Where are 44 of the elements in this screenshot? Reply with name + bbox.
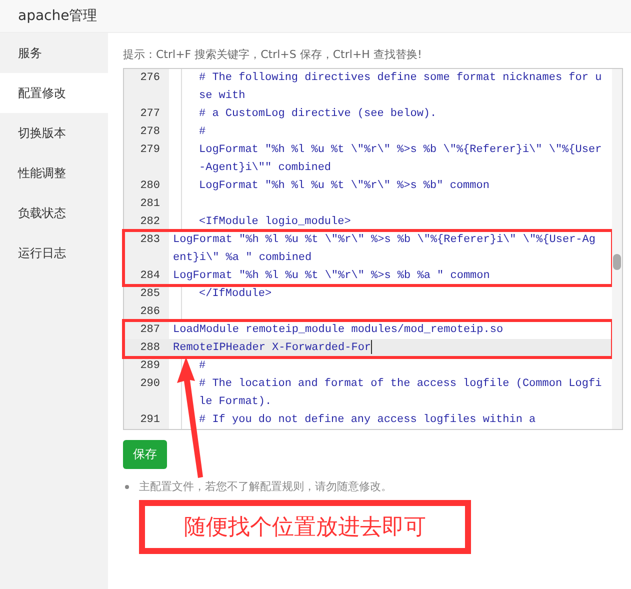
sidebar-item[interactable]: 服务	[0, 33, 108, 73]
code-line: # a CustomLog directive (see below).	[199, 108, 437, 120]
hint-text: 提示：Ctrl+F 搜索关键字，Ctrl+S 保存，Ctrl+H 查找替换!	[123, 47, 423, 62]
bullet-icon	[125, 484, 129, 488]
line-number: 276	[139, 71, 161, 86]
code-line: # If you do not define any access logfiles within a	[199, 414, 536, 426]
code-line: LogFormat "%h %l %u %t \"%r\" %>s %b \"%{Referer}i\" \"%{User-Agent}i\"" combined	[199, 144, 602, 174]
code-line: LogFormat "%h %l %u %t \"%r\" %>s %b %a " common	[173, 270, 490, 282]
line-number: 283	[139, 233, 161, 248]
line-number: 289	[139, 359, 161, 374]
line-number: 281	[139, 197, 161, 212]
line-number: 277	[139, 107, 161, 122]
note-text: 主配置文件，若您不了解配置规则，请勿随意修改。	[139, 479, 392, 494]
text-cursor	[371, 340, 372, 354]
scrollbar[interactable]	[612, 69, 622, 429]
line-number: 285	[139, 287, 161, 302]
line-number: 287	[139, 323, 161, 338]
code-editor[interactable]	[123, 68, 623, 430]
sidebar-item[interactable]: 负载状态	[0, 193, 108, 233]
sidebar-item[interactable]: 性能调整	[0, 153, 108, 193]
code-line: </IfModule>	[199, 288, 272, 300]
line-number: 288	[139, 341, 161, 356]
line-number: 286	[139, 305, 161, 320]
line-number: 291	[139, 413, 161, 428]
code-line: # The following directives define some format nicknames for use with	[199, 72, 602, 102]
line-number: 282	[139, 215, 161, 230]
code-line: #	[199, 126, 206, 138]
annotation-callout: 随便找个位置放进去即可	[139, 500, 471, 554]
code-line: RemoteIPHeader X-Forwarded-For	[173, 342, 372, 354]
line-number: 284	[139, 269, 161, 284]
code-line: #	[199, 360, 206, 372]
line-number: 279	[139, 143, 161, 158]
code-line: # The location and format of the access logfile (Common Logfile Format).	[199, 378, 602, 408]
code-line: LogFormat "%h %l %u %t \"%r\" %>s %b \"%{Referer}i\" \"%{User-Agent}i\" %a " combined	[173, 234, 596, 264]
line-number: 290	[139, 377, 161, 392]
line-number: 278	[139, 125, 161, 140]
sidebar-item[interactable]: 运行日志	[0, 233, 108, 273]
code-line: LoadModule remoteip_module modules/mod_remoteip.so	[173, 324, 504, 336]
code-line: LogFormat "%h %l %u %t \"%r\" %>s %b" common	[199, 180, 490, 192]
code-line: <IfModule logio_module>	[199, 216, 351, 228]
sidebar-item[interactable]: 配置修改	[0, 73, 108, 113]
line-number: 280	[139, 179, 161, 194]
sidebar-item[interactable]: 切换版本	[0, 113, 108, 153]
window-title: apache管理	[18, 7, 98, 25]
